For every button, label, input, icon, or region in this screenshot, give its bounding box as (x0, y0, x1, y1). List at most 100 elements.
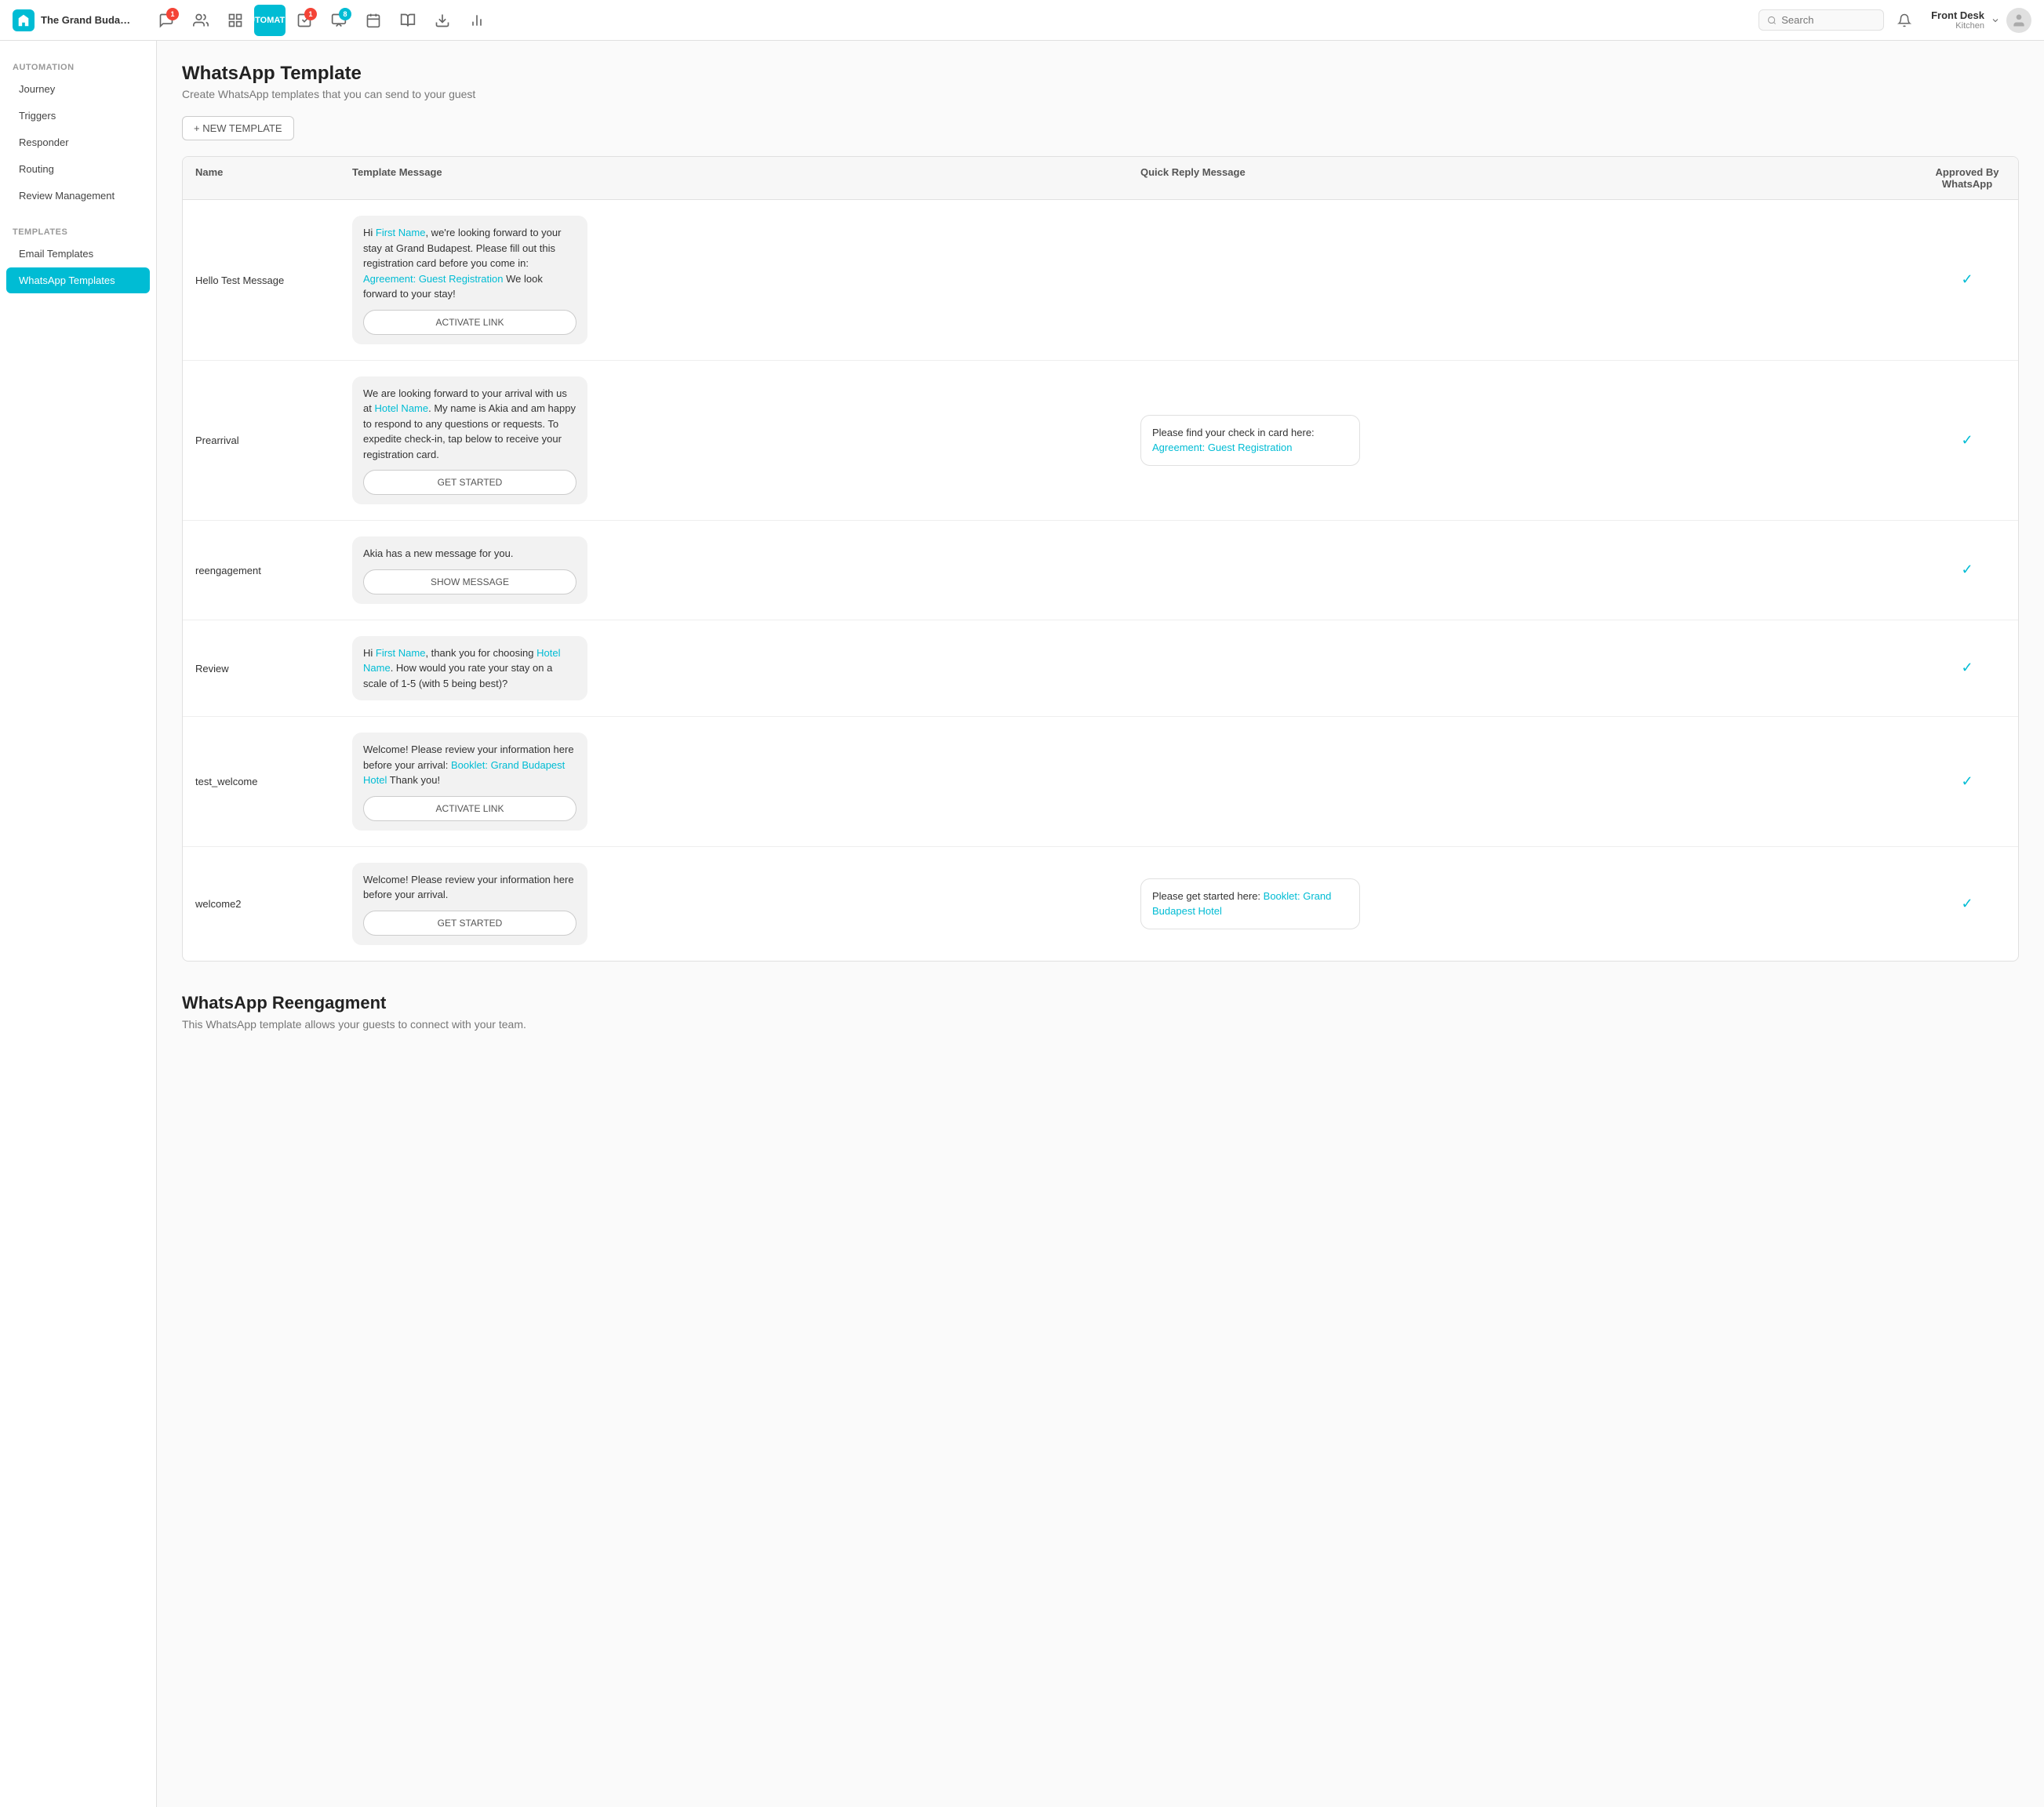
template-name-2: reengagement (195, 565, 261, 576)
message-bubble-1: We are looking forward to your arrival w… (352, 376, 587, 505)
tasks-nav-btn[interactable]: 1 (289, 5, 320, 36)
user-text: Front Desk Kitchen (1931, 9, 1984, 31)
template-message-1: We are looking forward to your arrival w… (340, 376, 1128, 505)
new-template-button[interactable]: + NEW TEMPLATE (182, 116, 294, 140)
check-icon-1: ✓ (1961, 432, 1973, 448)
calendar-nav-btn[interactable] (358, 5, 389, 36)
msg-link-booklet[interactable]: Booklet: Grand Budapest Hotel (363, 759, 565, 787)
tasks-badge: 1 (304, 8, 317, 20)
download-nav-btn[interactable] (427, 5, 458, 36)
logo[interactable]: The Grand Budape... (13, 9, 135, 31)
bell-btn[interactable] (1890, 6, 1919, 35)
msg-link-2[interactable]: Agreement: Guest Registration (363, 273, 503, 285)
row-name: reengagement (183, 564, 340, 576)
automation-section-label: AUTOMATION (0, 56, 156, 75)
th-template-message: Template Message (340, 157, 1128, 199)
user-role: Kitchen (1931, 21, 1984, 31)
row-name: Hello Test Message (183, 274, 340, 286)
user-name: Front Desk (1931, 9, 1984, 21)
quick-link-5[interactable]: Booklet: Grand Budapest Hotel (1152, 890, 1331, 918)
quick-link-1[interactable]: Agreement: Guest Registration (1152, 442, 1292, 453)
sidebar: AUTOMATION Journey Triggers Responder Ro… (0, 41, 157, 1807)
search-box[interactable] (1758, 9, 1884, 31)
messages-badge: 1 (166, 8, 179, 20)
avatar-icon (2011, 13, 2027, 28)
template-name-4: test_welcome (195, 776, 257, 787)
main-content: WhatsApp Template Create WhatsApp templa… (157, 41, 2044, 1807)
template-name-0: Hello Test Message (195, 275, 284, 286)
book-nav-btn[interactable] (392, 5, 424, 36)
template-table: Name Template Message Quick Reply Messag… (182, 156, 2019, 962)
get-started-btn-5[interactable]: GET STARTED (363, 911, 576, 936)
template-message-4: Welcome! Please review your information … (340, 733, 1128, 831)
approved-0: ✓ (1916, 271, 2018, 288)
hotel-name: The Grand Budape... (41, 14, 135, 26)
msg-link[interactable]: First Name (376, 227, 426, 238)
page-header: WhatsApp Template Create WhatsApp templa… (182, 63, 2019, 100)
row-name: Prearrival (183, 434, 340, 446)
get-started-btn-1[interactable]: GET STARTED (363, 470, 576, 495)
layout: AUTOMATION Journey Triggers Responder Ro… (0, 0, 2044, 1807)
sidebar-item-email-templates[interactable]: Email Templates (6, 241, 150, 267)
top-nav: The Grand Budape... 1 AUTOMATION 1 8 (0, 0, 2044, 41)
check-icon-4: ✓ (1961, 773, 1973, 789)
notif-nav-btn[interactable]: 8 (323, 5, 355, 36)
row-name: test_welcome (183, 775, 340, 787)
table-row: Hello Test Message Hi First Name, we're … (183, 200, 2018, 361)
chart-nav-btn[interactable] (461, 5, 493, 36)
sidebar-item-whatsapp-templates[interactable]: WhatsApp Templates (6, 267, 150, 293)
sidebar-item-routing[interactable]: Routing (6, 156, 150, 182)
quick-reply-1: Please find your check in card here: Agr… (1128, 415, 1916, 466)
show-message-btn[interactable]: SHOW MESSAGE (363, 569, 576, 594)
th-quick-reply: Quick Reply Message (1128, 157, 1916, 199)
activate-link-btn-4[interactable]: ACTIVATE LINK (363, 796, 576, 821)
sidebar-item-journey[interactable]: Journey (6, 76, 150, 102)
message-bubble-2: Akia has a new message for you. SHOW MES… (352, 536, 587, 604)
approved-3: ✓ (1916, 660, 2018, 676)
page-subtitle: Create WhatsApp templates that you can s… (182, 88, 2019, 100)
check-icon-2: ✓ (1961, 562, 1973, 577)
template-message-2: Akia has a new message for you. SHOW MES… (340, 536, 1128, 604)
quick-reply-bubble-1: Please find your check in card here: Agr… (1140, 415, 1360, 466)
notif-badge: 8 (339, 8, 351, 20)
templates-section-label: TEMPLATES (0, 221, 156, 240)
msg-link-fn[interactable]: First Name (376, 647, 426, 659)
quick-reply-bubble-5: Please get started here: Booklet: Grand … (1140, 878, 1360, 929)
approved-5: ✓ (1916, 896, 2018, 912)
message-bubble-5: Welcome! Please review your information … (352, 863, 587, 945)
nav-icons: 1 AUTOMATION 1 8 (151, 5, 493, 36)
table-row: Prearrival We are looking forward to you… (183, 361, 2018, 522)
template-message-0: Hi First Name, we're looking forward to … (340, 216, 1128, 344)
table-header: Name Template Message Quick Reply Messag… (183, 157, 2018, 200)
guests-nav-btn[interactable] (185, 5, 216, 36)
check-icon-3: ✓ (1961, 660, 1973, 675)
row-name: welcome2 (183, 897, 340, 910)
sidebar-item-review[interactable]: Review Management (6, 183, 150, 209)
sidebar-item-triggers[interactable]: Triggers (6, 103, 150, 129)
row-name: Review (183, 662, 340, 674)
search-input[interactable] (1781, 14, 1875, 26)
table-row: welcome2 Welcome! Please review your inf… (183, 847, 2018, 961)
logo-icon (13, 9, 35, 31)
chevron-down-icon (1991, 16, 2000, 25)
approved-2: ✓ (1916, 562, 2018, 578)
reengagement-subtitle: This WhatsApp template allows your guest… (182, 1018, 2019, 1031)
approved-4: ✓ (1916, 773, 2018, 790)
message-bubble-4: Welcome! Please review your information … (352, 733, 587, 831)
search-icon (1767, 15, 1777, 26)
reengagement-section: WhatsApp Reengagment This WhatsApp templ… (182, 993, 2019, 1031)
msg-link-hotel[interactable]: Hotel Name (374, 402, 428, 414)
messages-nav-btn[interactable]: 1 (151, 5, 182, 36)
th-approved: Approved By WhatsApp (1916, 157, 2018, 199)
check-icon-0: ✓ (1961, 271, 1973, 287)
sidebar-item-responder[interactable]: Responder (6, 129, 150, 155)
user-info[interactable]: Front Desk Kitchen (1931, 8, 2031, 33)
activate-link-btn-0[interactable]: ACTIVATE LINK (363, 310, 576, 335)
th-name: Name (183, 157, 340, 199)
message-bubble-3: Hi First Name, thank you for choosing Ho… (352, 636, 587, 701)
automation-nav-btn[interactable]: AUTOMATION (254, 5, 286, 36)
template-message-3: Hi First Name, thank you for choosing Ho… (340, 636, 1128, 701)
template-name-1: Prearrival (195, 434, 239, 446)
nav-search: Front Desk Kitchen (1758, 6, 2031, 35)
approved-1: ✓ (1916, 432, 2018, 449)
